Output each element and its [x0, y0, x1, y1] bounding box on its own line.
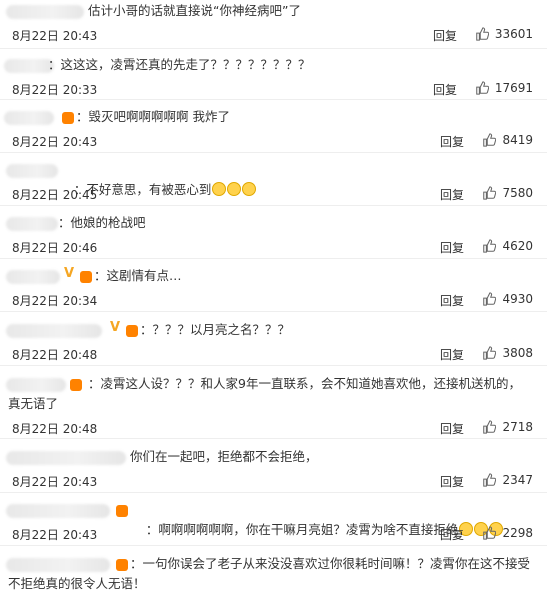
reply-button[interactable]: 回复	[440, 526, 464, 543]
username-blurred[interactable]	[4, 59, 54, 73]
username-blurred[interactable]	[6, 270, 60, 284]
thumbs-up-icon	[483, 526, 497, 540]
comment-date: 8月22日 20:43	[12, 135, 98, 149]
comment-date: 8月22日 20:48	[12, 422, 98, 436]
comment-text: ：这这这，凌霄还真的先走了？？？？？？？？	[48, 57, 311, 72]
like-button[interactable]: 7580	[482, 186, 533, 200]
like-button[interactable]: 4930	[482, 292, 533, 306]
like-count: 17691	[494, 81, 533, 95]
comment-item: ：这这这，凌霄还真的先走了？？？？？？？？ 8月22日 20:33 回复 176…	[0, 49, 547, 100]
like-count: 4930	[502, 292, 533, 306]
like-button[interactable]: 2718	[482, 420, 533, 434]
comment-item: V ：这剧情有点… 8月22日 20:34 回复 4930	[0, 259, 547, 312]
comment-item: ：一句你误会了老子从来没没喜欢过你很耗时间嘛！？凌霄你在这不接受不拒绝真的很令人…	[0, 546, 547, 596]
thumbs-up-icon	[483, 473, 497, 487]
reply-button[interactable]: 回复	[433, 27, 457, 44]
like-button[interactable]: 33601	[475, 27, 533, 41]
like-button[interactable]: 17691	[475, 81, 533, 95]
like-count: 2298	[502, 526, 533, 540]
comment-item: 估计小哥的话就直接说“你神经病吧”了 8月22日 20:43 回复 33601	[0, 0, 547, 49]
username-blurred[interactable]	[4, 111, 54, 125]
comment-date: 8月22日 20:43	[12, 528, 98, 542]
vip-v-icon: V	[110, 320, 121, 335]
comment-text: ：这剧情有点…	[94, 268, 182, 283]
like-count: 2718	[502, 420, 533, 434]
like-count: 2347	[502, 473, 533, 487]
like-button[interactable]: 4620	[482, 239, 533, 253]
like-count: 7580	[502, 186, 533, 200]
comment-item: ：毁灭吧啊啊啊啊啊 我炸了 8月22日 20:43 回复 8419	[0, 100, 547, 153]
like-count: 3808	[502, 346, 533, 360]
like-count: 8419	[502, 133, 533, 147]
comment-item: 你们在一起吧，拒绝都不会拒绝， 8月22日 20:43 回复 2347	[0, 439, 547, 493]
reply-button[interactable]: 回复	[440, 473, 464, 490]
thumbs-up-icon	[483, 186, 497, 200]
verified-badge-icon	[80, 271, 92, 283]
comment-body: ：啊啊啊啊啊啊，你在干嘛月亮姐？凌霄为啥不直接拒绝	[145, 522, 459, 537]
comment-item: ：不好意思，有被恶心到 8月22日 20:45 回复 7580	[0, 153, 547, 206]
thinking-emoji-icon	[242, 182, 257, 196]
thumbs-up-icon	[476, 27, 489, 41]
comment-date: 8月22日 20:45	[12, 188, 98, 202]
vip-v-icon: V	[64, 266, 75, 281]
username-blurred[interactable]	[6, 164, 58, 178]
comment-text: 你们在一起吧，拒绝都不会拒绝，	[130, 449, 318, 464]
reply-button[interactable]: 回复	[440, 133, 464, 150]
comment-date: 8月22日 20:43	[12, 29, 98, 43]
reply-button[interactable]: 回复	[440, 239, 464, 256]
username-blurred[interactable]	[6, 451, 126, 465]
thumbs-up-icon	[476, 81, 489, 95]
username-blurred[interactable]	[6, 324, 102, 338]
comment-date: 8月22日 20:46	[12, 241, 98, 255]
comment-text: 估计小哥的话就直接说“你神经病吧”了	[88, 3, 301, 18]
thumbs-up-icon	[483, 292, 497, 306]
like-button[interactable]: 8419	[482, 133, 533, 147]
like-count: 4620	[502, 239, 533, 253]
comment-text: ：？？？以月亮之名？？？	[140, 322, 291, 337]
username-blurred[interactable]	[6, 504, 110, 518]
reply-button[interactable]: 回复	[433, 81, 457, 98]
like-count: 33601	[494, 27, 533, 41]
comment-date: 8月22日 20:43	[12, 475, 98, 489]
comment-text: ：凌霄这人设？？？和人家9年一直联系，会不知道她喜欢他，还接机送机的，真无语了	[8, 376, 521, 411]
comment-text: ：他娘的枪战吧	[58, 215, 146, 230]
thumbs-up-icon	[483, 346, 497, 360]
reply-button[interactable]: 回复	[440, 420, 464, 437]
verified-badge-icon	[116, 505, 128, 517]
thumbs-up-icon	[483, 420, 497, 434]
username-blurred[interactable]	[6, 217, 58, 231]
like-button[interactable]: 2298	[482, 526, 533, 540]
comment-item: ：他娘的枪战吧 8月22日 20:46 回复 4620	[0, 206, 547, 259]
comment-date: 8月22日 20:48	[12, 348, 98, 362]
crying-emoji-icon	[212, 182, 227, 196]
comment-text: ：一句你误会了老子从来没没喜欢过你很耗时间嘛！？凌霄你在这不接受不拒绝真的很令人…	[8, 556, 531, 591]
thumbs-up-icon	[483, 133, 497, 147]
comment-date: 8月22日 20:34	[12, 294, 98, 308]
comment-date: 8月22日 20:33	[12, 83, 98, 97]
crying-emoji-icon	[227, 182, 242, 196]
like-button[interactable]: 2347	[482, 473, 533, 487]
comment-item: ：啊啊啊啊啊啊，你在干嘛月亮姐？凌霄为啥不直接拒绝 8月22日 20:43 回复…	[0, 493, 547, 546]
comment-item: ：凌霄这人设？？？和人家9年一直联系，会不知道她喜欢他，还接机送机的，真无语了 …	[0, 366, 547, 439]
reply-button[interactable]: 回复	[440, 346, 464, 363]
reply-button[interactable]: 回复	[440, 292, 464, 309]
comment-text: ：毁灭吧啊啊啊啊啊 我炸了	[76, 109, 230, 124]
thumbs-up-icon	[483, 239, 497, 253]
username-blurred[interactable]	[6, 5, 84, 19]
reply-button[interactable]: 回复	[440, 186, 464, 203]
comment-item: V ：？？？以月亮之名？？？ 8月22日 20:48 回复 3808	[0, 312, 547, 366]
verified-badge-icon	[62, 112, 74, 124]
like-button[interactable]: 3808	[482, 346, 533, 360]
verified-badge-icon	[126, 325, 138, 337]
